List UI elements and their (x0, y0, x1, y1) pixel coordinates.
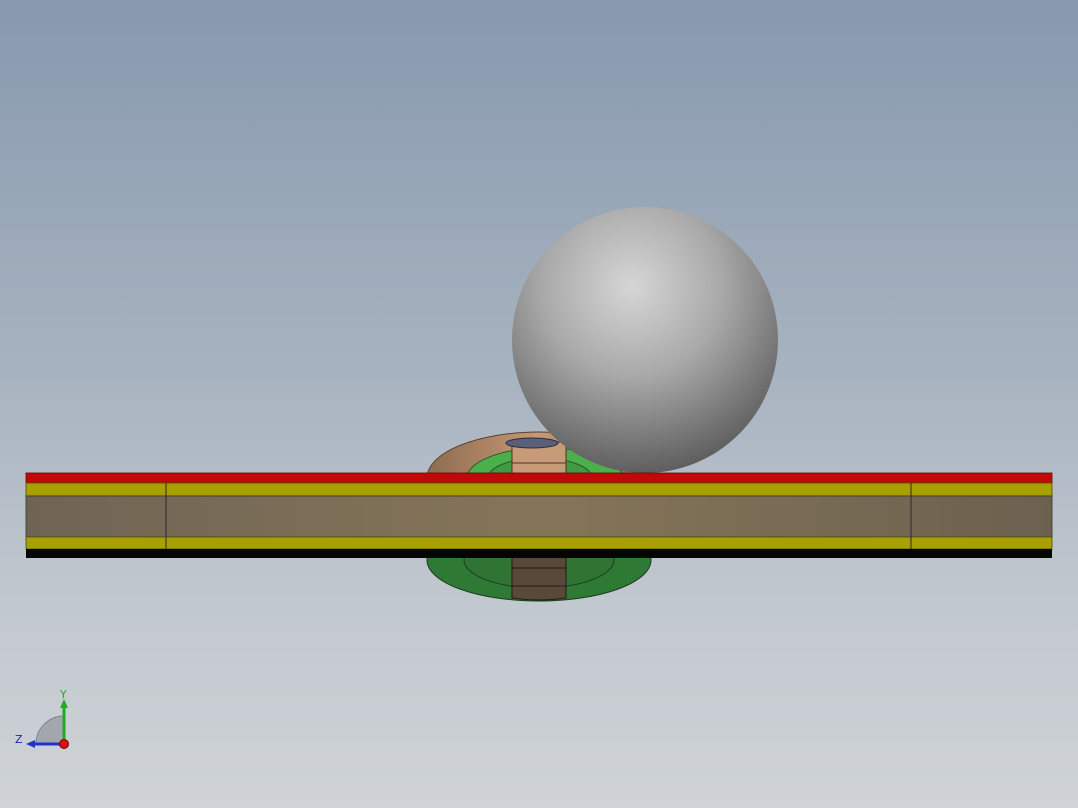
triad-plane-quadrant (35, 715, 65, 745)
x-axis-dot (59, 739, 69, 749)
plate-core[interactable] (25, 495, 1053, 538)
orientation-triad: Y Z (15, 688, 69, 749)
plate-bottom-edge[interactable] (26, 549, 1052, 558)
plate-lower-yellow-layer[interactable] (25, 536, 1053, 550)
y-axis-label: Y (59, 688, 67, 701)
plate-top-layer[interactable] (25, 472, 1053, 484)
model-scene[interactable] (0, 0, 1078, 808)
3d-model-viewport[interactable]: Y Z (0, 0, 1078, 808)
z-axis-arrowhead (26, 740, 35, 748)
plate-upper-yellow-layer[interactable] (25, 482, 1053, 497)
plate[interactable] (25, 472, 1053, 558)
z-axis-label: Z (15, 733, 23, 746)
sphere[interactable] (512, 207, 778, 473)
